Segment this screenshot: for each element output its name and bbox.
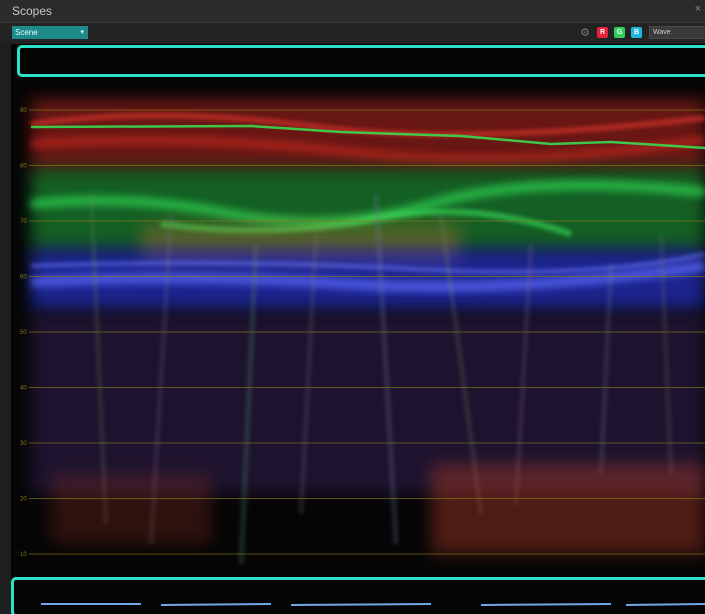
- scopes-window: Scopes × Scene ▾ ⚙ R G B Wave 90 80 70 6…: [0, 0, 705, 614]
- scope-mode-dropdown[interactable]: Wave: [649, 26, 705, 39]
- red-trace-band-bottom: [431, 464, 705, 554]
- scale-tick-label: 50: [20, 330, 27, 336]
- scale-tick-label: 90: [20, 108, 27, 114]
- scale-tick-label: 30: [20, 441, 27, 447]
- chevron-down-icon: ▾: [80, 29, 84, 36]
- title-bar: Scopes ×: [0, 0, 705, 23]
- scale-tick-label: 60: [20, 275, 27, 281]
- red-trace-band-bottom: [51, 474, 211, 544]
- scale-tick-label: 80: [20, 164, 27, 170]
- scope-mode-value: Wave: [653, 29, 671, 36]
- channel-red-toggle[interactable]: R: [597, 27, 608, 38]
- close-icon[interactable]: ×: [695, 3, 701, 15]
- channel-blue-toggle[interactable]: B: [631, 27, 642, 38]
- waveform-traces: [30, 99, 705, 606]
- scope-source-dropdown[interactable]: Scene ▾: [12, 26, 88, 39]
- scale-tick-label: 20: [20, 497, 27, 503]
- scope-toolbar: Scene ▾ ⚙ R G B Wave: [0, 23, 705, 43]
- window-title: Scopes: [12, 4, 53, 18]
- scale-tick-label: 10: [20, 552, 27, 558]
- scale-tick-label: 40: [20, 386, 27, 392]
- scale-tick-label: 70: [20, 219, 27, 225]
- scope-source-value: Scene: [15, 28, 38, 37]
- settings-icon[interactable]: ⚙: [578, 26, 592, 40]
- channel-green-toggle[interactable]: G: [614, 27, 625, 38]
- highlight-box-bottom: [11, 577, 705, 614]
- waveform-canvas: 90 80 70 60 50 40 30 20 10: [20, 99, 705, 606]
- highlight-box-top: [17, 45, 705, 77]
- waveform-scope[interactable]: 90 80 70 60 50 40 30 20 10: [11, 44, 705, 614]
